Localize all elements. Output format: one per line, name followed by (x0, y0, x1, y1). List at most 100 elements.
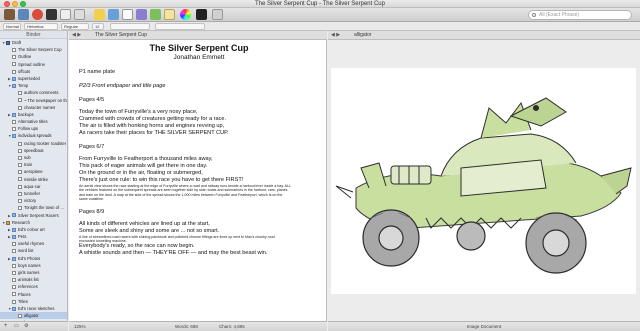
binder-item-label: tunneller (24, 190, 41, 196)
binder-item[interactable]: ▼ Temp (0, 82, 67, 89)
binder-item[interactable]: aeroplane (0, 168, 67, 175)
binder-item-label: Temp (18, 83, 29, 89)
binder-item[interactable]: Outline (0, 53, 67, 60)
binder-item[interactable]: girls names (0, 269, 67, 276)
font-family-select[interactable]: Helvetica (24, 23, 58, 30)
binder-item[interactable]: useful rhymes (0, 240, 67, 247)
text-color-buttons[interactable] (110, 23, 150, 30)
binder-item-label: Draft (12, 40, 22, 45)
search-input[interactable]: All (Exact Phrase) (528, 10, 632, 20)
add-document-icon[interactable] (60, 9, 71, 20)
outline-icon[interactable] (136, 9, 147, 20)
binder-item[interactable]: references (0, 283, 67, 290)
document-icon (12, 292, 16, 297)
binder-item[interactable]: ▶ Ed's Photos (0, 255, 67, 262)
binder-item[interactable]: ▼ Research (0, 219, 67, 226)
document-icon (18, 105, 22, 110)
binder-item[interactable]: authors comments (0, 89, 67, 96)
stats-icon[interactable] (150, 9, 161, 20)
binder-item[interactable]: aqua-car (0, 183, 67, 190)
text-line: The air is filled with honking horns and… (79, 123, 225, 129)
binder-item[interactable]: tunneller (0, 190, 67, 197)
binder-item[interactable]: ▼ individual spreads (0, 132, 67, 139)
document-icon (12, 127, 16, 132)
text-line: Pages 4/5 (79, 97, 105, 103)
binder-item[interactable]: alligator (0, 312, 67, 320)
document-icon (18, 148, 22, 153)
image-footer: Image Document (328, 321, 640, 331)
collections-icon[interactable] (18, 9, 29, 20)
color-wheel-icon[interactable] (180, 9, 191, 20)
binder-item-label: aeroplane (24, 169, 43, 175)
binder-item[interactable]: ▶ Ed's colour art (0, 226, 67, 233)
document-icon (18, 199, 22, 204)
add-item-button[interactable]: + (4, 322, 8, 331)
binder-item[interactable]: The Silver Serpent Cup (0, 46, 67, 53)
fonts-icon[interactable] (196, 9, 207, 20)
binder-item-label: Spread outline (18, 61, 46, 67)
format-bar: Normal Helvetica Regular 12 (0, 22, 640, 31)
document-icon (18, 98, 22, 103)
binder-item[interactable]: Titles (0, 298, 67, 305)
search-icon (532, 13, 536, 17)
binder-item-label: useful rhymes (18, 241, 45, 247)
binder-item[interactable]: ▶ Silver Serpent Racers (0, 212, 67, 219)
history-arrows[interactable]: ◀ ▶ (72, 32, 92, 38)
alligator-racer-drawing (335, 97, 632, 274)
document-body[interactable]: The Silver Serpent Cup Jonathan Emmett P… (79, 43, 319, 257)
text-line: P1 name plate (79, 69, 116, 75)
binder-item[interactable]: animals list (0, 276, 67, 283)
binder-item-label: girls names (18, 270, 40, 275)
document-icon (18, 184, 22, 189)
binder-item[interactable]: victory (0, 197, 67, 204)
font-size-select[interactable]: 12 (92, 23, 104, 30)
binder-item[interactable]: ▶ superseded (0, 75, 67, 82)
binder-item[interactable]: offcuts (0, 68, 67, 75)
folder-icon (12, 76, 16, 81)
binder-item[interactable]: ▶ backups (0, 111, 67, 118)
binder-item-label: Ed's Photos (18, 255, 41, 261)
binder-item[interactable]: Tonight the town of ... (0, 204, 67, 211)
binder-folder-icon[interactable]: ▭ (14, 322, 19, 331)
no-entry-icon[interactable] (32, 9, 43, 20)
editor-pane[interactable]: The Silver Serpent Cup Jonathan Emmett P… (69, 40, 327, 321)
notes-icon[interactable] (94, 9, 105, 20)
keywords-icon[interactable] (164, 9, 175, 20)
binder-item-label: Alternative titles (18, 119, 48, 125)
binder-item[interactable]: missile strike (0, 176, 67, 183)
binder-item[interactable]: ~ The newspaper on th... (0, 97, 67, 104)
app-window: The Silver Serpent Cup - The Silver Serp… (0, 0, 640, 331)
add-folder-icon[interactable] (74, 9, 85, 20)
document-icon (18, 155, 22, 160)
binder-item[interactable]: sub (0, 154, 67, 161)
binder-item[interactable]: boys names (0, 262, 67, 269)
binder-item[interactable]: speedboat (0, 147, 67, 154)
compose-mode-icon[interactable] (46, 9, 57, 20)
story-title: The Silver Serpent Cup (149, 43, 249, 53)
alignment-buttons[interactable] (155, 23, 205, 30)
font-style-select[interactable]: Regular (61, 23, 89, 30)
binder-item[interactable]: character names (0, 104, 67, 111)
binder-footer: + ▭ ⚙ (0, 321, 68, 331)
binder-item[interactable]: ▼ Draft (0, 39, 67, 46)
paragraph-style-select[interactable]: Normal (3, 23, 21, 30)
document-icon (18, 314, 22, 319)
binder-item-label: Titles (18, 298, 28, 304)
binder-toggle-icon[interactable] (4, 9, 15, 20)
binder-item[interactable]: Places (0, 291, 67, 298)
document-icon (18, 177, 22, 182)
corkboard-icon[interactable] (122, 9, 133, 20)
binder-gear-icon[interactable]: ⚙ (24, 322, 28, 331)
binder-item[interactable]: Alternative titles (0, 118, 67, 125)
binder-item[interactable]: train (0, 161, 67, 168)
binder-item[interactable]: ▶ Pets (0, 233, 67, 240)
binder-item[interactable]: word list (0, 247, 67, 254)
image-history-arrows[interactable]: ◀ ▶ (331, 32, 351, 38)
view-mode-icon[interactable] (108, 9, 119, 20)
binder-item[interactable]: racing rooster roadster (0, 140, 67, 147)
inspector-icon[interactable] (212, 9, 223, 20)
zoom-level[interactable]: 125% (74, 322, 86, 331)
binder-item[interactable]: Spread outline (0, 61, 67, 68)
binder-item[interactable]: ▼ Ed's racer sketches (0, 305, 67, 312)
binder-item[interactable]: Follow ups (0, 125, 67, 132)
